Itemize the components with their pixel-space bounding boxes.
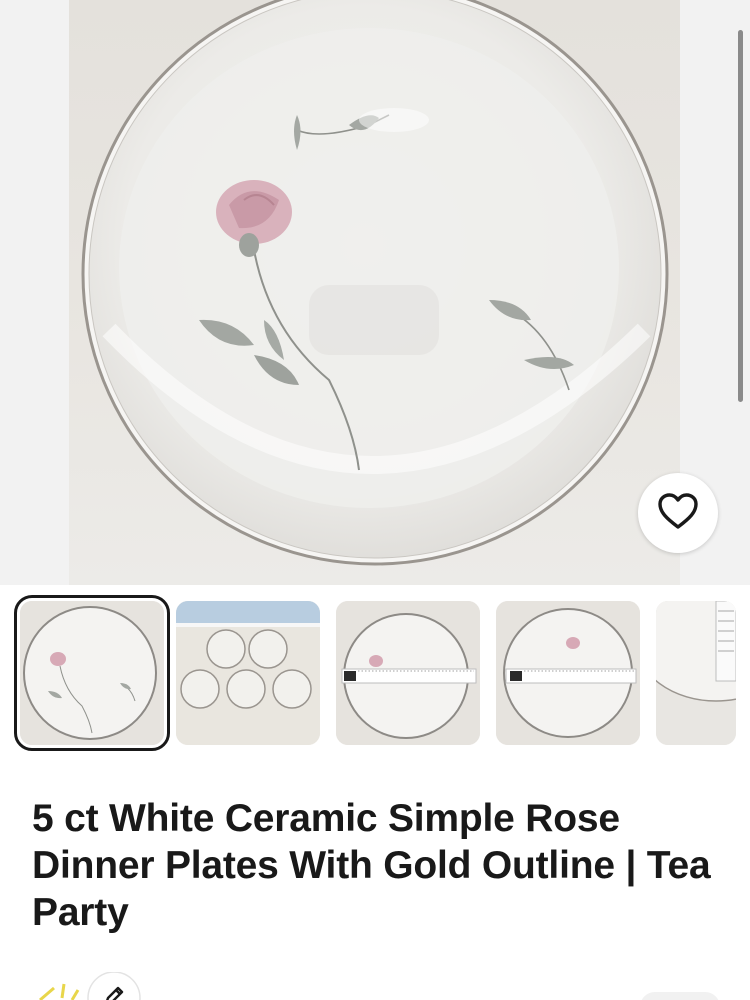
thumbnail-2[interactable] [176, 601, 320, 745]
thumbnail-5[interactable] [656, 601, 736, 745]
seller-avatar[interactable] [32, 971, 142, 1000]
image-scrollbar[interactable] [738, 30, 743, 402]
hero-image-area[interactable] [0, 0, 750, 585]
plate-illustration [81, 0, 669, 566]
main-product-photo[interactable] [69, 0, 680, 585]
thumbnail-4[interactable] [496, 601, 640, 745]
heart-outline-icon [656, 491, 700, 536]
thumbnail-1[interactable] [14, 595, 170, 751]
listing-title: 5 ct White Ceramic Simple Rose Dinner Pl… [32, 797, 711, 934]
pencil-icon [100, 982, 128, 1000]
secondary-action-button[interactable] [640, 992, 720, 1000]
thumbnail-strip [0, 585, 750, 765]
thumbnail-3[interactable] [336, 601, 480, 745]
listing-page: 5 ct White Ceramic Simple Rose Dinner Pl… [0, 0, 750, 1000]
favorite-button[interactable] [638, 473, 718, 553]
